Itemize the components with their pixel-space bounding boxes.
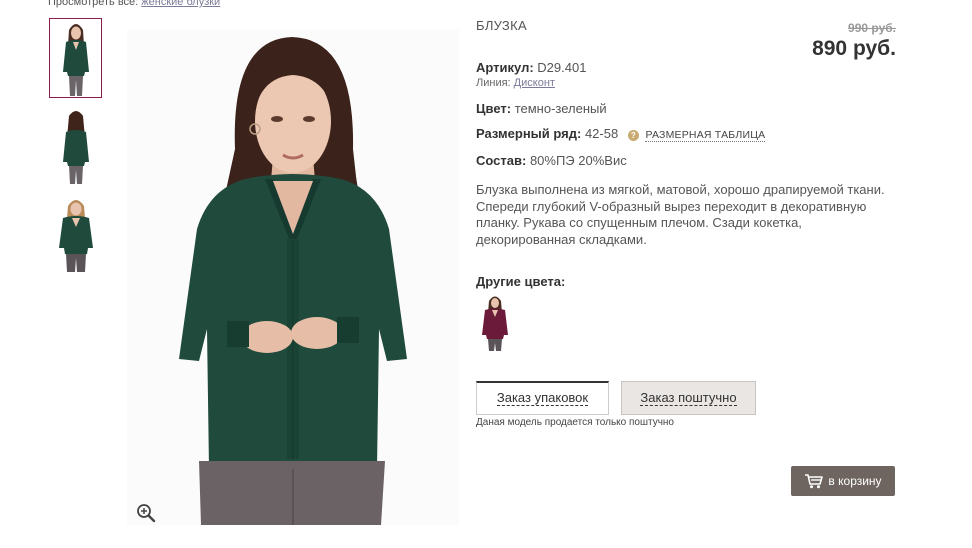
other-color-swatch-burgundy[interactable]: [478, 293, 512, 351]
color-row: Цвет: темно-зеленый: [476, 101, 607, 116]
thumbnail-back[interactable]: [49, 106, 102, 186]
composition-value: 80%ПЭ 20%Вис: [529, 153, 627, 168]
tab-order-pieces[interactable]: Заказ поштучно: [621, 381, 756, 415]
zoom-in-icon[interactable]: [135, 502, 157, 524]
model-image: [127, 29, 459, 525]
composition-label: Состав:: [476, 153, 527, 168]
size-table-link[interactable]: РАЗМЕРНАЯ ТАБЛИЦА: [645, 129, 766, 142]
breadcrumb: Просмотреть все: женские блузки: [48, 0, 220, 8]
cart-icon: [805, 474, 824, 489]
tab-order-packs[interactable]: Заказ упаковок: [476, 381, 609, 415]
current-price: 890 руб.: [812, 37, 896, 60]
color-label: Цвет:: [476, 101, 512, 116]
sku-value: D29.401: [537, 60, 587, 75]
thumbnail-front[interactable]: [49, 18, 102, 98]
breadcrumb-prefix: Просмотреть все:: [48, 0, 139, 8]
add-to-cart-label: в корзину: [828, 474, 882, 488]
main-product-photo[interactable]: [127, 29, 459, 525]
size-row: Размерный ряд: 42-58 ? РАЗМЕРНАЯ ТАБЛИЦА: [476, 126, 766, 142]
color-value: темно-зеленый: [514, 101, 607, 116]
sku-row: Артикул: D29.401: [476, 60, 586, 75]
size-label: Размерный ряд:: [476, 126, 582, 141]
old-price: 990 руб.: [848, 21, 896, 35]
sku-label: Артикул:: [476, 60, 534, 75]
info-icon: ?: [627, 130, 639, 141]
breadcrumb-link[interactable]: женские блузки: [141, 0, 220, 8]
tab-order-packs-label: Заказ упаковок: [496, 390, 589, 406]
other-colors-title: Другие цвета:: [476, 274, 566, 289]
line-label: Линия:: [476, 77, 511, 89]
order-note: Даная модель продается только поштучно: [476, 417, 674, 428]
thumbnail-plus-size[interactable]: [49, 194, 102, 274]
add-to-cart-button[interactable]: в корзину: [791, 466, 895, 496]
thumbnail-front-image: [62, 24, 89, 96]
composition-row: Состав: 80%ПЭ 20%Вис: [476, 153, 627, 168]
thumbnail-list: [49, 18, 102, 282]
thumbnail-plus-size-image: [58, 200, 93, 272]
product-category: БЛУЗКА: [476, 18, 527, 33]
line-link[interactable]: Дисконт: [514, 77, 555, 89]
tab-order-pieces-label: Заказ поштучно: [640, 389, 737, 406]
line-row: Линия: Дисконт: [476, 77, 555, 89]
thumbnail-back-image: [62, 111, 89, 184]
size-value: 42-58: [584, 126, 619, 141]
product-description: Блузка выполнена из мягкой, матовой, хор…: [476, 182, 885, 247]
